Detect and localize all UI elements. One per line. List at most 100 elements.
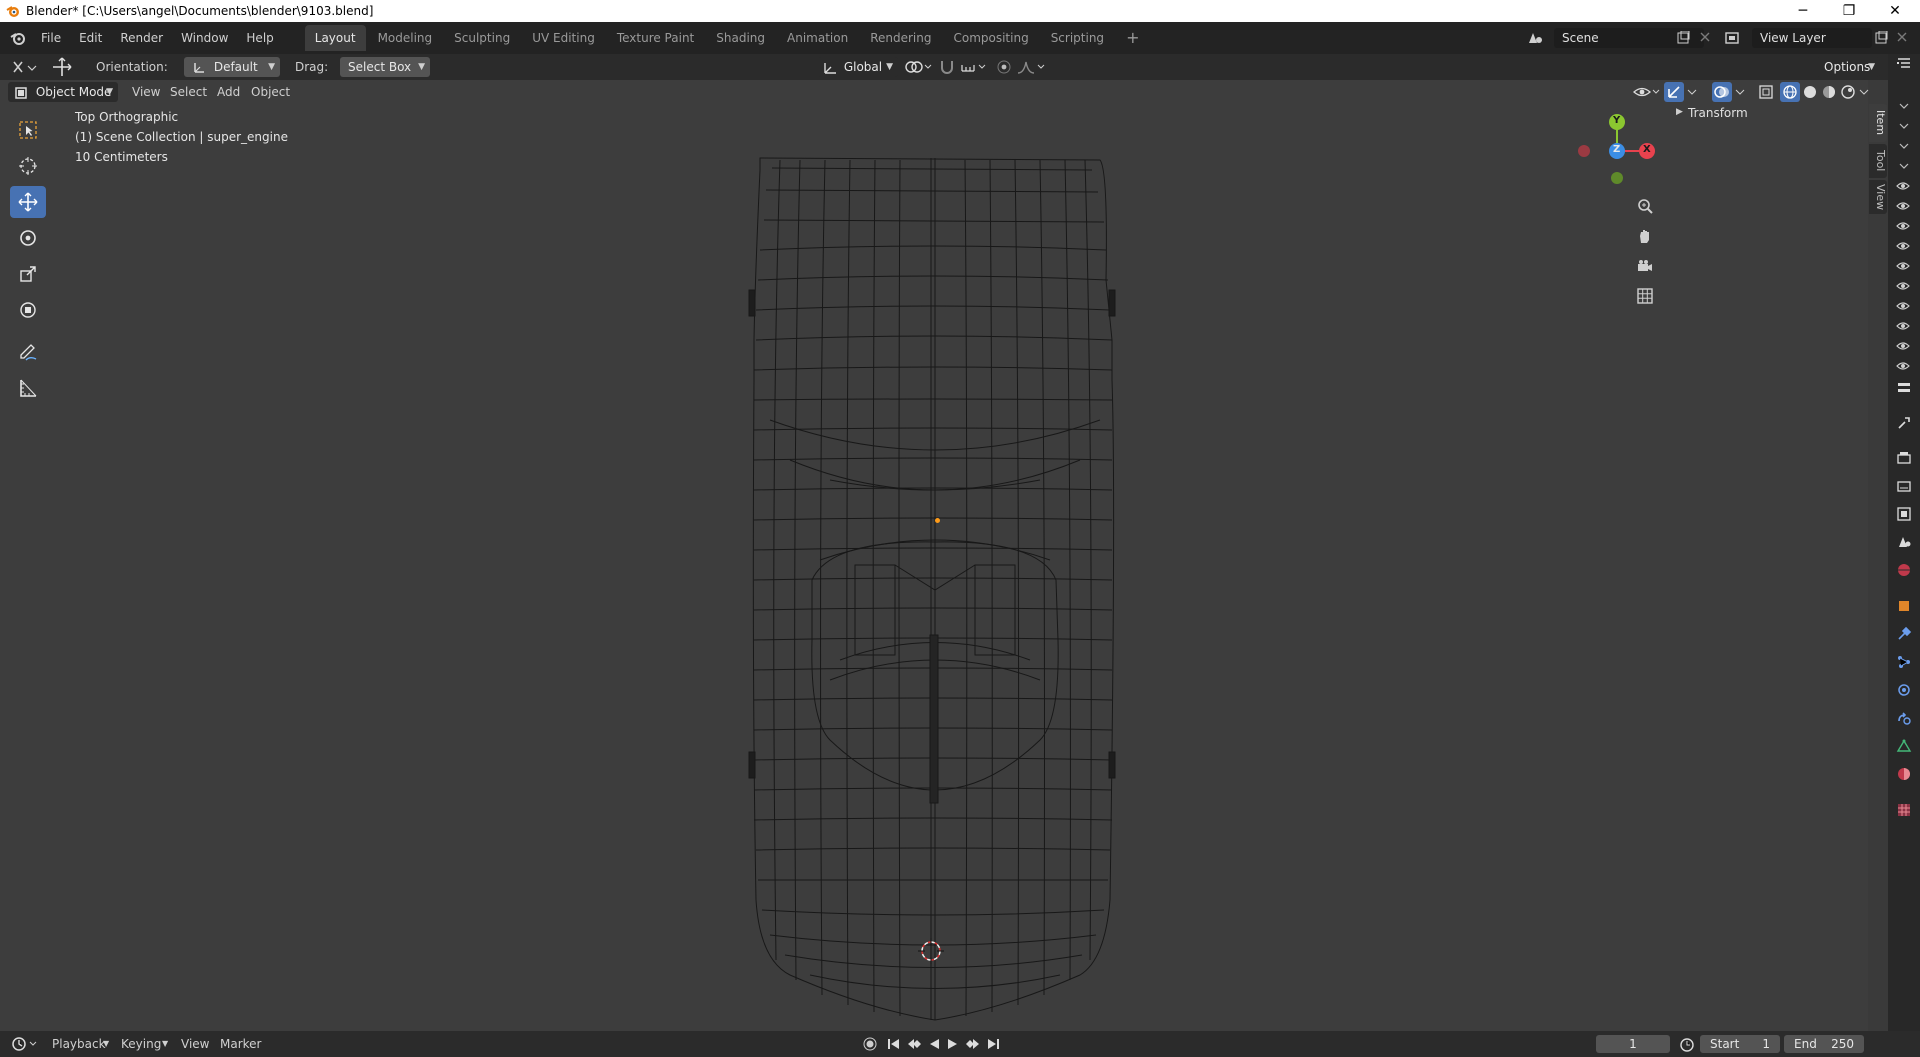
- jump-keyframe-forward-icon[interactable]: [964, 1036, 982, 1052]
- rendered-shading-icon[interactable]: [1840, 84, 1856, 100]
- menu-object[interactable]: Object: [251, 82, 290, 102]
- tab-layout[interactable]: Layout: [304, 25, 366, 51]
- chevron-down-icon[interactable]: [1734, 85, 1746, 99]
- select-box-tool[interactable]: [10, 114, 46, 146]
- jump-end-icon[interactable]: [985, 1036, 1001, 1052]
- particles-properties-icon[interactable]: [1896, 654, 1912, 670]
- zoom-button[interactable]: [1632, 193, 1658, 219]
- tab-uv-editing[interactable]: UV Editing: [522, 25, 605, 51]
- camera-view-button[interactable]: [1632, 253, 1658, 279]
- eye-icon[interactable]: [1896, 220, 1910, 232]
- transform-panel[interactable]: ▶ Transform: [1666, 102, 1866, 126]
- material-properties-icon[interactable]: [1896, 766, 1912, 782]
- menu-file[interactable]: File: [32, 22, 70, 54]
- drag-dropdown[interactable]: Select Box ▼: [340, 57, 430, 77]
- navigation-gizmo[interactable]: [1572, 106, 1672, 186]
- orientation-dropdown[interactable]: Default ▼: [184, 57, 280, 77]
- play-reverse-icon[interactable]: [926, 1036, 942, 1052]
- toggle-overlays-button[interactable]: [1712, 82, 1732, 102]
- rotate-tool[interactable]: [10, 222, 46, 254]
- restore-button[interactable]: ❐: [1826, 0, 1872, 22]
- eye-icon[interactable]: [1896, 360, 1910, 372]
- tab-compositing[interactable]: Compositing: [943, 25, 1038, 51]
- view-layer-browse-icon[interactable]: [1724, 30, 1746, 46]
- toggle-perspective-button[interactable]: [1632, 283, 1658, 309]
- toggle-gizmos-button[interactable]: [1664, 82, 1684, 102]
- chevron-down-icon[interactable]: [1686, 85, 1698, 99]
- eye-icon[interactable]: [1896, 200, 1910, 212]
- current-frame-field[interactable]: 1: [1596, 1035, 1670, 1053]
- object-data-properties-icon[interactable]: [1896, 738, 1912, 754]
- proportional-editing-icon[interactable]: [996, 59, 1012, 75]
- visibility-selectability-icon[interactable]: [1632, 83, 1662, 101]
- output-properties-icon[interactable]: [1896, 478, 1912, 494]
- record-icon[interactable]: [862, 1036, 878, 1052]
- eye-icon[interactable]: [1896, 320, 1910, 332]
- tab-tool[interactable]: Tool: [1869, 144, 1887, 178]
- eye-icon[interactable]: [1896, 180, 1910, 192]
- jump-start-icon[interactable]: [886, 1036, 902, 1052]
- world-properties-icon[interactable]: [1896, 562, 1912, 578]
- tab-item[interactable]: Item: [1869, 104, 1887, 142]
- pan-button[interactable]: [1632, 223, 1658, 249]
- stopwatch-icon[interactable]: [1678, 1036, 1696, 1052]
- eye-icon[interactable]: [1896, 240, 1910, 252]
- menu-marker[interactable]: Marker: [220, 1034, 261, 1054]
- modifier-properties-icon[interactable]: [1896, 626, 1912, 642]
- remove-scene-icon[interactable]: [1700, 32, 1710, 42]
- texture-properties-icon[interactable]: [1896, 802, 1912, 818]
- scene-browse-icon[interactable]: [1526, 29, 1550, 47]
- tab-view[interactable]: View: [1869, 180, 1887, 214]
- eye-icon[interactable]: [1896, 340, 1910, 352]
- menu-window[interactable]: Window: [172, 22, 237, 54]
- 3d-cursor-icon[interactable]: [918, 938, 944, 964]
- mode-dropdown[interactable]: Object Mode ▼: [8, 82, 118, 102]
- end-frame-field[interactable]: End 250: [1784, 1035, 1864, 1053]
- eye-icon[interactable]: [1896, 280, 1910, 292]
- properties-editor-icon[interactable]: [1896, 380, 1912, 396]
- snap-increment-icon[interactable]: [960, 59, 988, 75]
- annotate-tool[interactable]: [10, 336, 46, 368]
- physics-properties-icon[interactable]: [1896, 682, 1912, 698]
- options-dropdown[interactable]: Options ▼: [1816, 57, 1880, 77]
- add-workspace-button[interactable]: +: [1116, 25, 1149, 51]
- menu-render[interactable]: Render: [111, 22, 172, 54]
- tab-animation[interactable]: Animation: [777, 25, 858, 51]
- 3d-viewport[interactable]: Top Orthographic (1) Scene Collection | …: [0, 80, 1868, 1031]
- scale-tool[interactable]: [10, 258, 46, 290]
- tab-scripting[interactable]: Scripting: [1041, 25, 1114, 51]
- chevron-down-icon[interactable]: [1898, 160, 1910, 172]
- close-window-button[interactable]: ✕: [1872, 0, 1918, 22]
- tab-rendering[interactable]: Rendering: [860, 25, 941, 51]
- menu-select[interactable]: Select: [170, 82, 207, 102]
- constraints-properties-icon[interactable]: [1896, 710, 1912, 726]
- play-icon[interactable]: [945, 1036, 961, 1052]
- cursor-tool[interactable]: [10, 150, 46, 182]
- move-tool[interactable]: [10, 186, 46, 218]
- material-preview-icon[interactable]: [1821, 84, 1837, 100]
- falloff-type-icon[interactable]: [1016, 59, 1048, 75]
- wireframe-shading-button[interactable]: [1780, 82, 1800, 102]
- scene-properties-icon[interactable]: [1896, 534, 1912, 550]
- menu-keying[interactable]: Keying: [121, 1034, 161, 1054]
- tab-sculpting[interactable]: Sculpting: [444, 25, 520, 51]
- minimize-button[interactable]: ─: [1780, 0, 1826, 22]
- new-view-layer-icon[interactable]: [1874, 31, 1888, 45]
- measure-tool[interactable]: [10, 372, 46, 404]
- chevron-down-icon[interactable]: [1898, 120, 1910, 132]
- chevron-down-icon[interactable]: [1898, 100, 1910, 112]
- render-properties-icon[interactable]: [1896, 450, 1912, 466]
- editor-type-icon[interactable]: [10, 58, 38, 76]
- menu-add[interactable]: Add: [217, 82, 240, 102]
- view-layer-field[interactable]: View Layer: [1752, 28, 1872, 48]
- remove-view-layer-icon[interactable]: [1897, 32, 1907, 42]
- menu-playback[interactable]: Playback: [52, 1034, 106, 1054]
- eye-icon[interactable]: [1896, 300, 1910, 312]
- pivot-point-icon[interactable]: [904, 59, 934, 75]
- menu-view[interactable]: View: [181, 1034, 209, 1054]
- xray-toggle-icon[interactable]: [1758, 84, 1774, 100]
- tab-texture-paint[interactable]: Texture Paint: [607, 25, 704, 51]
- solid-shading-icon[interactable]: [1802, 84, 1818, 100]
- new-scene-icon[interactable]: [1676, 31, 1690, 45]
- transform-orientation-dropdown[interactable]: Global ▼: [818, 57, 898, 77]
